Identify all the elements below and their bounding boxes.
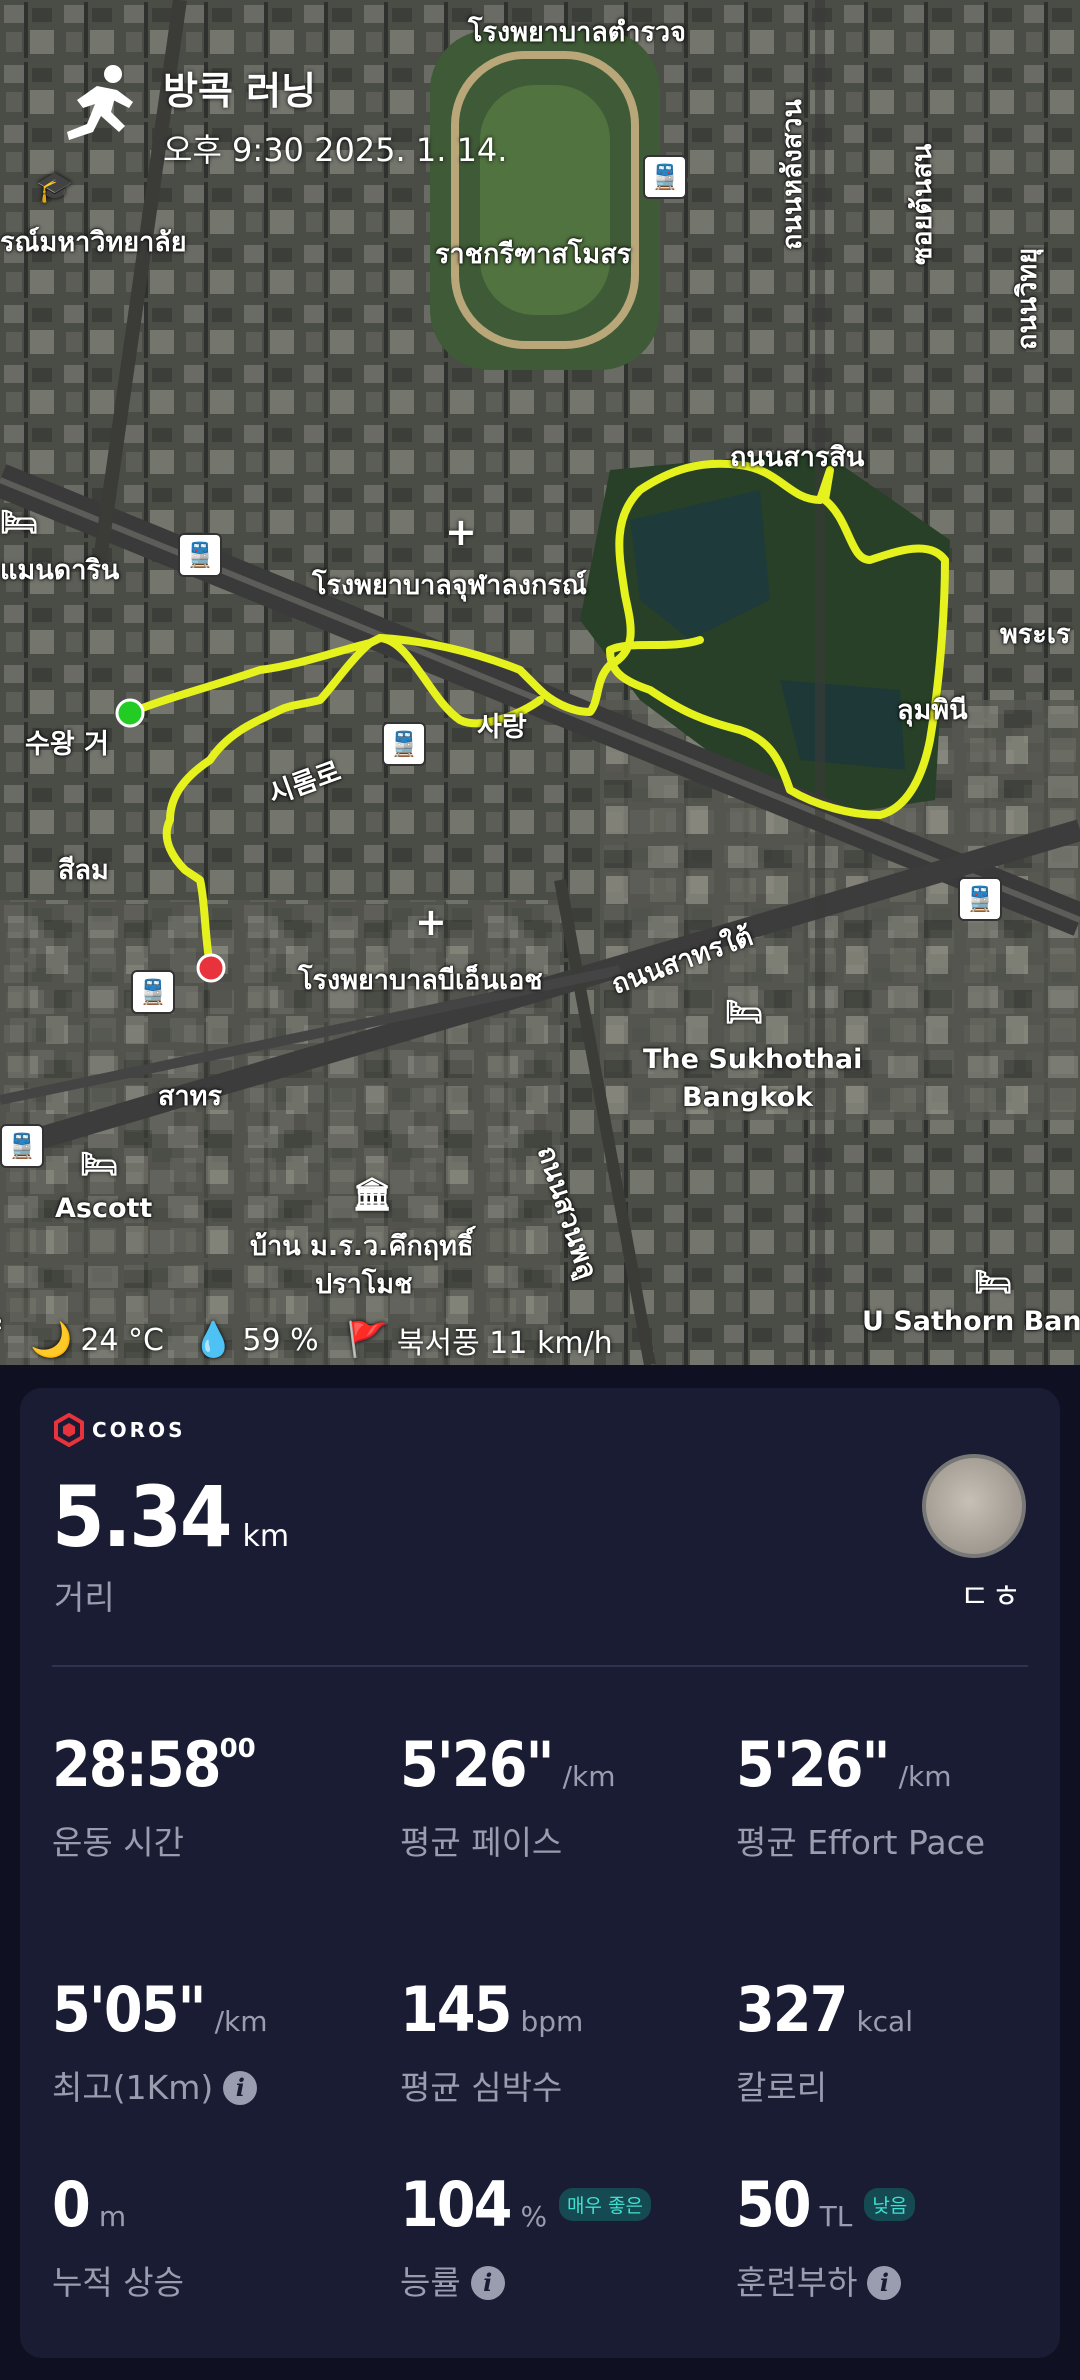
stat-elevation-gain: 0m 누적 상승 xyxy=(52,2168,184,2302)
map-label: ราชกรีฑาสโมสร xyxy=(435,239,632,270)
route-map[interactable]: 🚆 🚆 🚆 🚆 🚆 🚆 + + 🛏 🛏 🛏 🛏 🏛 🎓 โรงพยาบาลตำร… xyxy=(0,0,1080,1365)
temperature: 24 °C xyxy=(80,1322,165,1358)
distance-label: 거리 xyxy=(54,1578,115,1617)
brand-logo: COROS xyxy=(52,1413,186,1447)
user-name: ㄷㅎ xyxy=(960,1577,1023,1615)
moon-icon: 🌙 xyxy=(30,1320,73,1360)
map-label: ลุมพินี xyxy=(897,695,968,726)
map-label: พระเร xyxy=(1000,619,1071,650)
map-label: ถนนสารสิน xyxy=(730,442,865,473)
map-label: สาทร xyxy=(158,1081,222,1112)
train-station-icon: 🚆 xyxy=(0,1124,44,1168)
activity-header: 방콕 러닝 오후 9:30 2025. 1. 14. xyxy=(55,60,507,171)
map-label: Bangkok xyxy=(682,1082,814,1113)
map-label: บ้าน ม.ร.ว.คึกฤทธิ์ xyxy=(250,1231,474,1262)
university-icon: 🎓 xyxy=(36,170,74,205)
stat-avg-pace: 5'26"/km 평균 페이스 xyxy=(400,1728,616,1862)
train-station-icon: 🚆 xyxy=(178,533,222,577)
map-label: ปราโมช xyxy=(315,1269,413,1300)
map-label: Ascott xyxy=(55,1193,153,1224)
map-label: โรงพยาบาลบีเอ็นเอช xyxy=(298,965,543,996)
hospital-icon: + xyxy=(445,510,477,554)
hospital-icon: + xyxy=(415,900,447,944)
stat-best-1km: 5'05"/km 최고(1Km) i xyxy=(52,1973,268,2107)
info-icon[interactable]: i xyxy=(470,2266,505,2300)
map-label: ถนนวิทยุ xyxy=(1012,247,1043,350)
weather-bar: 🌙 24 °C 💧 59 % 🚩 북서풍 11 km/h xyxy=(30,1318,613,1362)
map-label: 사랑 xyxy=(477,712,527,743)
map-label: 수왕 거 xyxy=(25,729,109,760)
brand-name: COROS xyxy=(92,1418,186,1442)
activity-datetime: 오후 9:30 2025. 1. 14. xyxy=(163,131,508,169)
map-label: รณ์มหาวิทยาลัย xyxy=(0,227,187,258)
stat-duration: 28:58 00 운동 시간 xyxy=(52,1728,256,1862)
hotel-icon: 🛏 xyxy=(80,1147,119,1182)
coros-hexagon-icon xyxy=(54,1413,84,1447)
map-label: ถนนหลังสวน xyxy=(777,99,808,250)
museum-icon: 🏛 xyxy=(352,1175,393,1213)
hotel-icon: 🛏 xyxy=(0,505,39,540)
map-label: ซอยสั xyxy=(0,1262,3,1329)
train-station-icon: 🚆 xyxy=(131,970,175,1014)
map-label: U Sathorn Bangk xyxy=(862,1306,1080,1337)
avatar[interactable] xyxy=(922,1454,1026,1558)
hotel-icon: 🛏 xyxy=(974,1265,1013,1300)
map-label: The Sukhothai xyxy=(643,1044,863,1075)
divider xyxy=(52,1665,1028,1667)
map-label: แมนดาริน xyxy=(0,555,120,586)
activity-title: 방콕 러닝 xyxy=(163,69,317,113)
map-label: โรงพยาบาลจุฬาลงกรณ์ xyxy=(312,570,587,601)
start-marker xyxy=(115,698,145,728)
humidity-icon: 💧 xyxy=(192,1320,235,1360)
end-marker xyxy=(196,953,226,983)
humidity: 59 % xyxy=(242,1322,319,1358)
stat-avg-heart-rate: 145 bpm 평균 심박수 xyxy=(400,1973,584,2107)
status-badge: 매우 좋은 xyxy=(559,2188,652,2221)
stat-calories: 327 kcal 칼로리 xyxy=(736,1973,913,2107)
wind-icon: 🚩 xyxy=(346,1320,389,1360)
running-icon xyxy=(67,65,133,140)
map-label: โรงพยาบาลตำรวจ xyxy=(468,17,686,48)
map-label: สีลม xyxy=(58,855,109,886)
info-icon[interactable]: i xyxy=(223,2071,258,2105)
info-icon[interactable]: i xyxy=(867,2266,902,2300)
activity-summary-card: COROS 5.34 km 거리 ㄷㅎ 28:58 00 운동 시간 5'26" /… xyxy=(20,1388,1060,2358)
stat-training-load: 50 TL 낮음 훈련부하 i xyxy=(736,2168,916,2307)
train-station-icon: 🚆 xyxy=(382,722,426,766)
train-station-icon: 🚆 xyxy=(643,155,687,199)
hotel-icon: 🛏 xyxy=(725,995,764,1030)
distance-value: 5.34 km xyxy=(52,1468,290,1566)
stat-avg-effort-pace: 5'26"/km 평균 Effort Pace xyxy=(736,1728,986,1862)
stat-efficiency: 104% 매우 좋은 능률 i xyxy=(400,2168,652,2307)
train-station-icon: 🚆 xyxy=(958,877,1002,921)
status-badge: 낮음 xyxy=(864,2188,916,2221)
wind: 북서풍 11 km/h xyxy=(396,1326,613,1361)
map-label: ซอยต้นสน xyxy=(907,143,938,265)
